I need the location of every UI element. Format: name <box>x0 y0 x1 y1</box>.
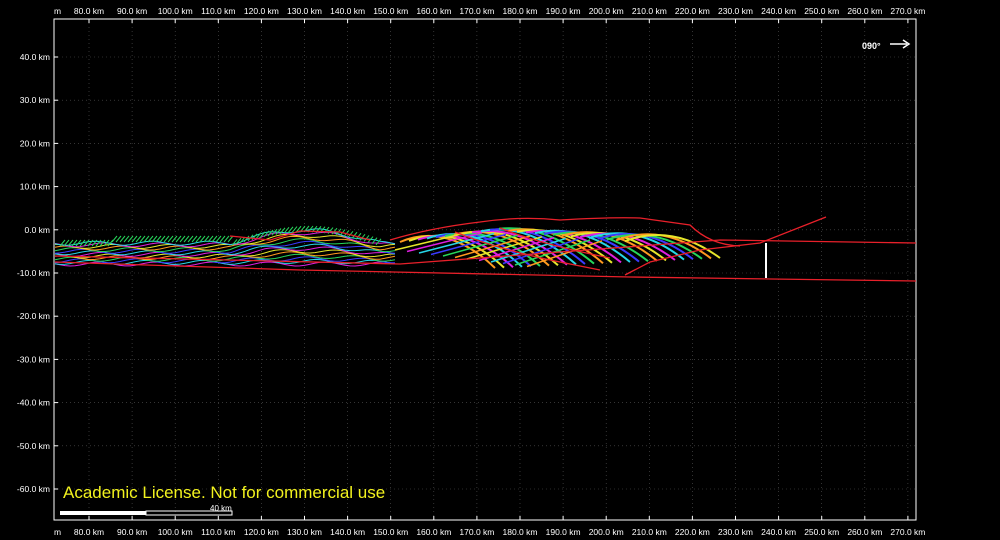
x-tick-label-bottom: 240.0 km <box>761 527 796 537</box>
y-tick-label: -30.0 km <box>17 354 50 364</box>
y-tick-label: 40.0 km <box>20 52 50 62</box>
x-tick-label-top: 120.0 km <box>244 6 279 16</box>
x-tick-label-bottom: 90.0 km <box>117 527 147 537</box>
x-tick-label-top: m <box>54 6 61 16</box>
x-tick-label-top: 140.0 km <box>330 6 365 16</box>
x-tick-label-top: 180.0 km <box>503 6 538 16</box>
x-tick-label-bottom: 170.0 km <box>459 527 494 537</box>
x-tick-label-top: 170.0 km <box>459 6 494 16</box>
x-tick-label-top: 130.0 km <box>287 6 322 16</box>
x-tick-label-bottom: 270.0 km <box>890 527 925 537</box>
x-tick-label-top: 260.0 km <box>847 6 882 16</box>
cross-section-canvas[interactable]: m m 80.0 km 80.0 km 90.0 km 90.0 km 100.0 km 10… <box>0 0 1000 540</box>
license-watermark: Academic License. Not for commercial use <box>63 483 386 502</box>
heading-label: 090° <box>862 41 881 51</box>
y-tick-label: -10.0 km <box>17 268 50 278</box>
grid-lines <box>54 19 916 520</box>
y-tick-label: -60.0 km <box>17 484 50 494</box>
x-tick-label-bottom: 250.0 km <box>804 527 839 537</box>
x-tick-label-bottom: 160.0 km <box>416 527 451 537</box>
x-tick-label-bottom: 80.0 km <box>74 527 104 537</box>
x-tick-label-top: 110.0 km <box>201 6 235 16</box>
plot-frame <box>53 18 917 521</box>
x-tick-label-top: 240.0 km <box>761 6 796 16</box>
x-tick-label-bottom: 120.0 km <box>244 527 279 537</box>
scale-bar-filled <box>60 511 146 515</box>
x-tick-label-top: 80.0 km <box>74 6 104 16</box>
x-tick-label-bottom: 220.0 km <box>675 527 710 537</box>
x-tick-label-bottom: 230.0 km <box>718 527 753 537</box>
cross-section-viewport[interactable]: m m 80.0 km 80.0 km 90.0 km 90.0 km 100.0 km 10… <box>0 0 1000 540</box>
x-tick-label-top: 250.0 km <box>804 6 839 16</box>
fault-trace <box>54 261 917 282</box>
x-tick-label-bottom: 140.0 km <box>330 527 365 537</box>
x-tick-label-bottom: 180.0 km <box>503 527 538 537</box>
x-tick-label-top: 210.0 km <box>632 6 667 16</box>
x-tick-label-bottom: m <box>54 527 61 537</box>
x-tick-label-top: 200.0 km <box>589 6 624 16</box>
y-tick-label: -50.0 km <box>17 441 50 451</box>
x-tick-label-top: 160.0 km <box>416 6 451 16</box>
y-tick-label: -20.0 km <box>17 311 50 321</box>
x-tick-label-top: 270.0 km <box>890 6 925 16</box>
x-tick-label-bottom: 100.0 km <box>158 527 193 537</box>
x-tick-label-bottom: 210.0 km <box>632 527 667 537</box>
x-tick-label-top: 220.0 km <box>675 6 710 16</box>
y-tick-label: -40.0 km <box>17 398 50 408</box>
x-tick-label-bottom: 260.0 km <box>847 527 882 537</box>
scale-bar-label: 40 km <box>210 504 232 513</box>
x-tick-label-bottom: 130.0 km <box>287 527 322 537</box>
x-tick-label-bottom: 190.0 km <box>546 527 581 537</box>
x-tick-label-top: 230.0 km <box>718 6 753 16</box>
x-tick-label-top: 90.0 km <box>117 6 147 16</box>
stratum-hatch <box>235 237 242 245</box>
y-tick-label: 0.0 km <box>24 225 50 235</box>
x-tick-label-top: 190.0 km <box>546 6 581 16</box>
stratum-hatch <box>375 238 382 246</box>
y-tick-label: 20.0 km <box>20 138 50 148</box>
x-tick-label-top: 100.0 km <box>158 6 193 16</box>
x-tick-label-bottom: 110.0 km <box>201 527 235 537</box>
x-tick-label-top: 150.0 km <box>373 6 408 16</box>
y-tick-label: 30.0 km <box>20 95 50 105</box>
x-tick-label-bottom: 150.0 km <box>373 527 408 537</box>
y-tick-label: 10.0 km <box>20 182 50 192</box>
x-tick-label-bottom: 200.0 km <box>589 527 624 537</box>
